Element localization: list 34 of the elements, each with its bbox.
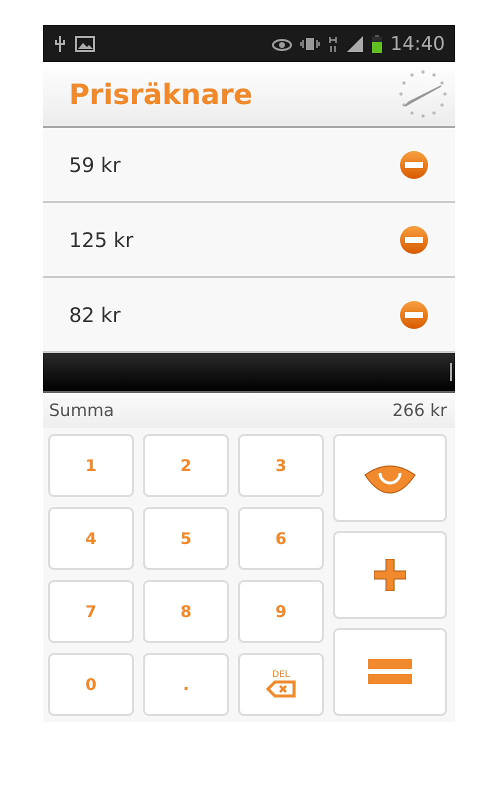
backspace-icon (266, 680, 296, 698)
price-text: 125 kr (69, 228, 134, 252)
clock-icon[interactable] (397, 68, 449, 120)
remove-icon[interactable] (399, 300, 429, 330)
price-text: 59 kr (69, 152, 121, 176)
plus-icon (374, 559, 406, 591)
clock-time: 14:40 (390, 32, 445, 54)
keypad-key[interactable]: 4 (48, 507, 134, 570)
price-text: 82 kr (69, 302, 121, 326)
remove-icon[interactable] (399, 224, 429, 254)
remove-icon[interactable] (399, 150, 429, 180)
plus-button[interactable] (333, 531, 447, 619)
total-label: Summa (49, 400, 114, 420)
eye-button[interactable] (333, 434, 447, 522)
keypad-key[interactable]: 9 (238, 580, 324, 643)
total-value: 266 kr (392, 400, 447, 420)
eye-icon (272, 36, 292, 50)
keypad-key[interactable]: 3 (238, 434, 324, 497)
keypad-key[interactable]: 7 (48, 580, 134, 643)
equals-button[interactable] (333, 628, 447, 716)
keypad-key[interactable]: 1 (48, 434, 134, 497)
keypad-key[interactable]: 6 (238, 507, 324, 570)
keypad-key[interactable]: 5 (143, 507, 229, 570)
equals-icon (367, 658, 413, 686)
vibrate-icon (300, 36, 320, 50)
battery-icon (372, 34, 382, 52)
image-icon (75, 36, 95, 52)
keypad-key[interactable]: DEL (238, 653, 324, 716)
keypad-key[interactable]: . (143, 653, 229, 716)
keypad-key[interactable]: 2 (143, 434, 229, 497)
app-title: Prisräknare (69, 78, 253, 110)
keypad-key[interactable]: 0 (48, 653, 134, 716)
signal-icon (346, 36, 364, 52)
keypad-key[interactable]: 8 (143, 580, 229, 643)
